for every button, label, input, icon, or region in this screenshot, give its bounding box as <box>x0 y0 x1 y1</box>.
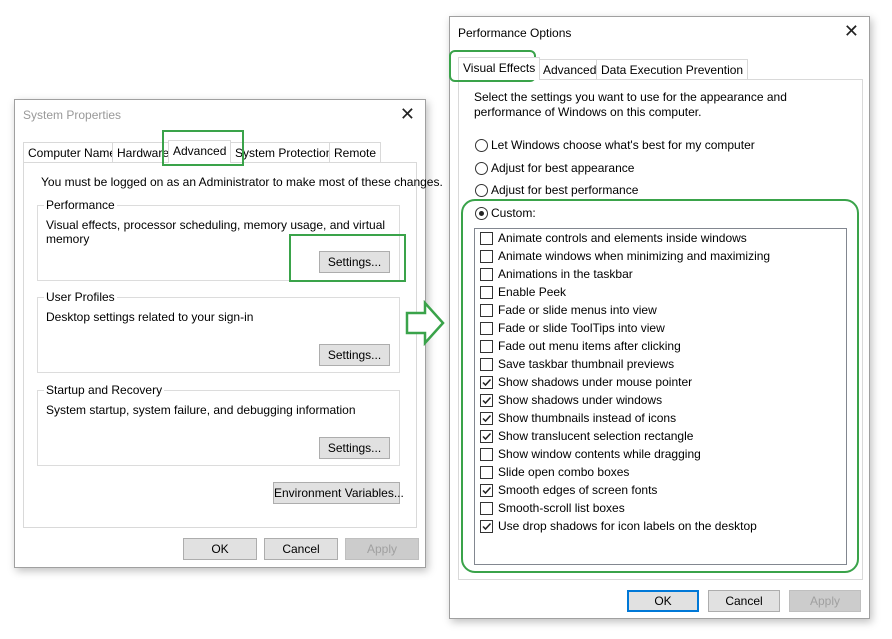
system-properties-window: System Properties ✕ Computer Name Hardwa… <box>14 99 443 568</box>
checkbox-checked[interactable] <box>480 484 493 497</box>
checkbox[interactable] <box>480 340 493 353</box>
effect-label: Enable Peek <box>498 285 567 299</box>
tab-label: Data Execution Prevention <box>601 63 744 77</box>
title-bar: Performance Options ✕ <box>450 17 869 47</box>
title-bar: System Properties ✕ <box>15 100 425 130</box>
tab-system-protection[interactable]: System Protection <box>230 142 338 162</box>
tab-label: Hardware <box>117 146 170 160</box>
performance-settings-button[interactable]: Settings... <box>319 251 390 273</box>
radio-label: Adjust for best performance <box>491 183 639 197</box>
effect-label: Fade out menu items after clicking <box>498 339 681 353</box>
admin-note: You must be logged on as an Administrato… <box>41 175 443 189</box>
tab-label: Advanced <box>543 63 597 77</box>
effect-label: Use drop shadows for icon labels on the … <box>498 519 757 533</box>
effect-label: Slide open combo boxes <box>498 465 630 479</box>
intro-line-2: performance of Windows on this computer. <box>474 105 702 119</box>
user-profiles-settings-button[interactable]: Settings... <box>319 344 390 366</box>
performance-description: Visual effects, processor scheduling, me… <box>46 218 386 246</box>
checkbox-checked[interactable] <box>480 520 493 533</box>
tab-computer-name[interactable]: Computer Name <box>23 142 122 162</box>
performance-options-window: Performance Options ✕ Visual Effects Adv… <box>449 16 870 619</box>
tab-label: Advanced <box>173 144 227 158</box>
checkbox-checked[interactable] <box>480 430 493 443</box>
tab-advanced[interactable]: Advanced <box>168 140 232 163</box>
radio-label: Adjust for best appearance <box>491 161 635 175</box>
radio-label: Let Windows choose what's best for my co… <box>491 138 755 152</box>
visual-effects-list[interactable]: Animate controls and elements inside win… <box>474 228 847 565</box>
effect-label: Show translucent selection rectangle <box>498 429 694 443</box>
checkbox[interactable] <box>480 358 493 371</box>
performance-group: Performance Visual effects, processor sc… <box>37 198 400 281</box>
window-title: System Properties <box>23 108 122 122</box>
performance-group-title: Performance <box>44 198 117 212</box>
startup-recovery-description: System startup, system failure, and debu… <box>46 403 356 417</box>
effect-label: Show shadows under mouse pointer <box>498 375 693 389</box>
effect-label: Animations in the taskbar <box>498 267 633 281</box>
effect-label: Save taskbar thumbnail previews <box>498 357 675 371</box>
cancel-button[interactable]: Cancel <box>708 590 780 612</box>
radio-button[interactable] <box>475 139 488 152</box>
radio-selected-dot <box>479 211 484 216</box>
checkbox[interactable] <box>480 304 493 317</box>
user-profiles-group-title: User Profiles <box>44 290 117 304</box>
checkbox[interactable] <box>480 286 493 299</box>
tab-label: Remote <box>334 146 377 160</box>
checkbox[interactable] <box>480 322 493 335</box>
effect-label: Animate controls and elements inside win… <box>498 231 747 245</box>
cancel-button[interactable]: Cancel <box>264 538 338 560</box>
tab-data-execution-prevention[interactable]: Data Execution Prevention <box>596 59 749 79</box>
advanced-tab-panel: You must be logged on as an Administrato… <box>23 162 443 528</box>
visual-effects-tab-panel: Select the settings you want to use for … <box>458 79 863 580</box>
tab-label: Computer Name <box>28 146 117 160</box>
startup-recovery-group-title: Startup and Recovery <box>44 383 165 397</box>
effect-label: Animate windows when minimizing and maxi… <box>498 249 771 263</box>
ok-button[interactable]: OK <box>627 590 699 612</box>
radio-button[interactable] <box>475 184 488 197</box>
close-icon[interactable]: ✕ <box>400 104 415 124</box>
apply-button[interactable]: Apply <box>345 538 419 560</box>
checkbox-checked[interactable] <box>480 394 493 407</box>
tab-label: Visual Effects <box>463 61 536 75</box>
checkbox[interactable] <box>480 466 493 479</box>
effect-label: Fade or slide menus into view <box>498 303 657 317</box>
ok-button[interactable]: OK <box>183 538 257 560</box>
user-profiles-group: User Profiles Desktop settings related t… <box>37 290 400 373</box>
arrow-right-icon <box>405 299 445 349</box>
radio-button[interactable] <box>475 162 488 175</box>
effect-label: Show window contents while dragging <box>498 447 701 461</box>
effect-label: Show shadows under windows <box>498 393 663 407</box>
checkbox[interactable] <box>480 502 493 515</box>
checkbox[interactable] <box>480 232 493 245</box>
tab-hardware[interactable]: Hardware <box>112 142 175 162</box>
checkbox[interactable] <box>480 448 493 461</box>
apply-button[interactable]: Apply <box>789 590 861 612</box>
tab-label: System Protection <box>235 146 333 160</box>
tab-visual-effects[interactable]: Visual Effects <box>458 57 541 80</box>
effect-label: Smooth edges of screen fonts <box>498 483 658 497</box>
startup-recovery-settings-button[interactable]: Settings... <box>319 437 390 459</box>
checkbox[interactable] <box>480 250 493 263</box>
tab-advanced[interactable]: Advanced <box>538 59 602 79</box>
effect-label: Fade or slide ToolTips into view <box>498 321 665 335</box>
radio-label: Custom: <box>491 206 536 220</box>
close-icon[interactable]: ✕ <box>844 21 859 41</box>
user-profiles-description: Desktop settings related to your sign-in <box>46 310 254 324</box>
checkbox-checked[interactable] <box>480 412 493 425</box>
intro-line-1: Select the settings you want to use for … <box>474 90 787 104</box>
environment-variables-button[interactable]: Environment Variables... <box>273 482 404 504</box>
checkbox[interactable] <box>480 268 493 281</box>
effect-label: Show thumbnails instead of icons <box>498 411 677 425</box>
effect-label: Smooth-scroll list boxes <box>498 501 625 515</box>
checkbox-checked[interactable] <box>480 376 493 389</box>
tab-remote[interactable]: Remote <box>329 142 382 162</box>
startup-recovery-group: Startup and Recovery System startup, sys… <box>37 383 400 466</box>
window-title: Performance Options <box>458 26 572 40</box>
radio-button[interactable] <box>475 207 488 220</box>
